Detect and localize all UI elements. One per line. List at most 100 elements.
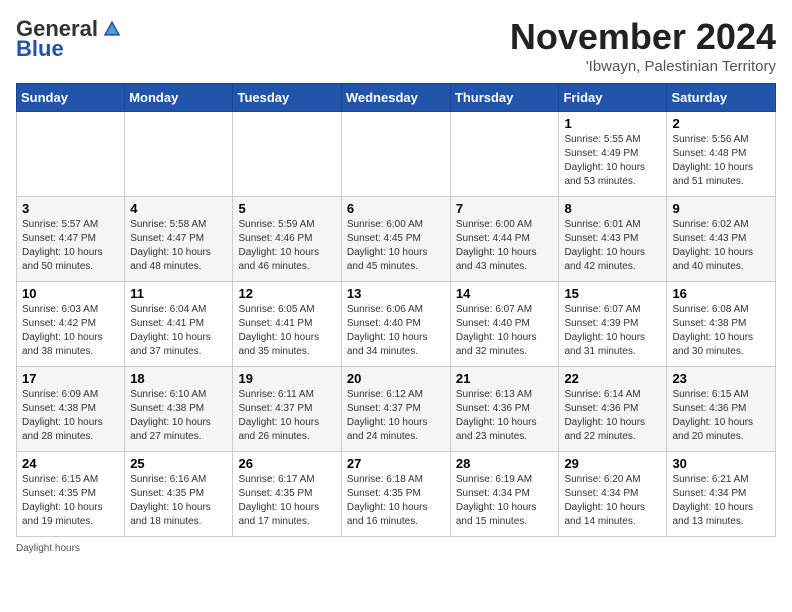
- day-number: 28: [456, 456, 554, 471]
- daylight-note: Daylight hours: [16, 543, 776, 554]
- calendar-day-cell: 25Sunrise: 6:16 AM Sunset: 4:35 PM Dayli…: [125, 452, 233, 537]
- month-title: November 2024: [510, 16, 776, 58]
- day-number: 13: [347, 286, 445, 301]
- calendar-day-cell: [233, 112, 341, 197]
- calendar-day-cell: 26 Sunrise: 6:17 AM Sunset: 4:35 PM Dayli…: [233, 452, 341, 537]
- day-number: 6: [347, 201, 445, 216]
- day-info: Sunrise: 6:20 AM Sunset: 4:34 PM Dayligh…: [564, 474, 645, 527]
- day-number: 17: [22, 371, 119, 386]
- day-info: Sunrise: 6:09 AM Sunset: 4:38 PM Dayligh…: [22, 389, 103, 442]
- calendar-week-row: 10Sunrise: 6:03 AM Sunset: 4:42 PM Dayli…: [17, 282, 776, 367]
- calendar-day-cell: 18Sunrise: 6:10 AM Sunset: 4:38 PM Dayli…: [125, 367, 233, 452]
- calendar-day-cell: 8Sunrise: 6:01 AM Sunset: 4:43 PM Daylig…: [559, 197, 667, 282]
- day-info: Sunrise: 6:10 AM Sunset: 4:38 PM Dayligh…: [130, 389, 211, 442]
- calendar-day-cell: 24 Sunrise: 6:15 AM Sunset: 4:35 PM Dayli…: [17, 452, 125, 537]
- day-number: 16: [672, 286, 770, 301]
- calendar-day-cell: 4 Sunrise: 5:58 AM Sunset: 4:47 PM Daylig…: [125, 197, 233, 282]
- calendar-day-cell: 10Sunrise: 6:03 AM Sunset: 4:42 PM Dayli…: [17, 282, 125, 367]
- day-info: Sunrise: 6:05 AM Sunset: 4:41 PM Dayligh…: [238, 304, 319, 357]
- day-info: Sunrise: 5:56 AM Sunset: 4:48 PM Dayligh…: [672, 134, 753, 187]
- calendar-day-cell: 6 Sunrise: 6:00 AM Sunset: 4:45 PM Daylig…: [341, 197, 450, 282]
- day-info: Sunrise: 6:03 AM Sunset: 4:42 PM Dayligh…: [22, 304, 103, 357]
- calendar-table: SundayMondayTuesdayWednesdayThursdayFrid…: [16, 83, 776, 537]
- day-number: 2: [672, 116, 770, 131]
- calendar-day-cell: [17, 112, 125, 197]
- calendar-week-row: 17 Sunrise: 6:09 AM Sunset: 4:38 PM Dayli…: [17, 367, 776, 452]
- calendar-day-cell: 16 Sunrise: 6:08 AM Sunset: 4:38 PM Dayli…: [667, 282, 776, 367]
- calendar-day-cell: 5Sunrise: 5:59 AM Sunset: 4:46 PM Daylig…: [233, 197, 341, 282]
- calendar-day-cell: 11 Sunrise: 6:04 AM Sunset: 4:41 PM Dayli…: [125, 282, 233, 367]
- day-info: Sunrise: 6:13 AM Sunset: 4:36 PM Dayligh…: [456, 389, 537, 442]
- calendar-header-cell: Wednesday: [341, 84, 450, 112]
- day-info: Sunrise: 6:12 AM Sunset: 4:37 PM Dayligh…: [347, 389, 428, 442]
- calendar-day-cell: [341, 112, 450, 197]
- day-number: 27: [347, 456, 445, 471]
- title-area: November 2024 'Ibwayn, Palestinian Terri…: [510, 16, 776, 75]
- day-info: Sunrise: 5:55 AM Sunset: 4:49 PM Dayligh…: [564, 134, 645, 187]
- day-number: 1: [564, 116, 661, 131]
- calendar-header-cell: Saturday: [667, 84, 776, 112]
- day-info: Sunrise: 6:21 AM Sunset: 4:34 PM Dayligh…: [672, 474, 753, 527]
- day-info: Sunrise: 6:00 AM Sunset: 4:44 PM Dayligh…: [456, 219, 537, 272]
- day-info: Sunrise: 6:19 AM Sunset: 4:34 PM Dayligh…: [456, 474, 537, 527]
- day-number: 30: [672, 456, 770, 471]
- calendar-day-cell: 3 Sunrise: 5:57 AM Sunset: 4:47 PM Daylig…: [17, 197, 125, 282]
- day-info: Sunrise: 5:59 AM Sunset: 4:46 PM Dayligh…: [238, 219, 319, 272]
- day-info: Sunrise: 6:17 AM Sunset: 4:35 PM Dayligh…: [238, 474, 319, 527]
- day-info: Sunrise: 6:00 AM Sunset: 4:45 PM Dayligh…: [347, 219, 428, 272]
- day-info: Sunrise: 5:57 AM Sunset: 4:47 PM Dayligh…: [22, 219, 103, 272]
- day-info: Sunrise: 6:06 AM Sunset: 4:40 PM Dayligh…: [347, 304, 428, 357]
- day-number: 14: [456, 286, 554, 301]
- calendar-day-cell: 1 Sunrise: 5:55 AM Sunset: 4:49 PM Daylig…: [559, 112, 667, 197]
- day-info: Sunrise: 6:15 AM Sunset: 4:35 PM Dayligh…: [22, 474, 103, 527]
- day-info: Sunrise: 6:08 AM Sunset: 4:38 PM Dayligh…: [672, 304, 753, 357]
- calendar-day-cell: 21 Sunrise: 6:13 AM Sunset: 4:36 PM Dayli…: [450, 367, 559, 452]
- day-number: 9: [672, 201, 770, 216]
- calendar-header-cell: Friday: [559, 84, 667, 112]
- calendar-body: 1 Sunrise: 5:55 AM Sunset: 4:49 PM Daylig…: [17, 112, 776, 537]
- day-number: 21: [456, 371, 554, 386]
- calendar-day-cell: 7 Sunrise: 6:00 AM Sunset: 4:44 PM Daylig…: [450, 197, 559, 282]
- logo-blue-text: Blue: [16, 36, 64, 62]
- day-number: 19: [238, 371, 335, 386]
- day-number: 23: [672, 371, 770, 386]
- header: General Blue November 2024 'Ibwayn, Pale…: [16, 16, 776, 75]
- calendar-day-cell: 30 Sunrise: 6:21 AM Sunset: 4:34 PM Dayli…: [667, 452, 776, 537]
- calendar-header-cell: Monday: [125, 84, 233, 112]
- calendar-day-cell: 2 Sunrise: 5:56 AM Sunset: 4:48 PM Daylig…: [667, 112, 776, 197]
- day-number: 29: [564, 456, 661, 471]
- day-number: 4: [130, 201, 227, 216]
- calendar-header-row: SundayMondayTuesdayWednesdayThursdayFrid…: [17, 84, 776, 112]
- logo: General Blue: [16, 16, 122, 62]
- location-subtitle: 'Ibwayn, Palestinian Territory: [510, 58, 776, 75]
- calendar-day-cell: 14Sunrise: 6:07 AM Sunset: 4:40 PM Dayli…: [450, 282, 559, 367]
- day-number: 12: [238, 286, 335, 301]
- day-number: 26: [238, 456, 335, 471]
- calendar-day-cell: 9Sunrise: 6:02 AM Sunset: 4:43 PM Daylig…: [667, 197, 776, 282]
- calendar-day-cell: 23 Sunrise: 6:15 AM Sunset: 4:36 PM Dayli…: [667, 367, 776, 452]
- calendar-week-row: 24 Sunrise: 6:15 AM Sunset: 4:35 PM Dayli…: [17, 452, 776, 537]
- day-info: Sunrise: 6:18 AM Sunset: 4:35 PM Dayligh…: [347, 474, 428, 527]
- day-info: Sunrise: 6:01 AM Sunset: 4:43 PM Dayligh…: [564, 219, 645, 272]
- calendar-day-cell: 17 Sunrise: 6:09 AM Sunset: 4:38 PM Dayli…: [17, 367, 125, 452]
- day-info: Sunrise: 6:15 AM Sunset: 4:36 PM Dayligh…: [672, 389, 753, 442]
- day-number: 11: [130, 286, 227, 301]
- day-info: Sunrise: 5:58 AM Sunset: 4:47 PM Dayligh…: [130, 219, 211, 272]
- calendar-day-cell: [450, 112, 559, 197]
- day-info: Sunrise: 6:04 AM Sunset: 4:41 PM Dayligh…: [130, 304, 211, 357]
- calendar-week-row: 1 Sunrise: 5:55 AM Sunset: 4:49 PM Daylig…: [17, 112, 776, 197]
- day-number: 7: [456, 201, 554, 216]
- day-info: Sunrise: 6:11 AM Sunset: 4:37 PM Dayligh…: [238, 389, 319, 442]
- day-number: 24: [22, 456, 119, 471]
- calendar-day-cell: 22Sunrise: 6:14 AM Sunset: 4:36 PM Dayli…: [559, 367, 667, 452]
- day-number: 3: [22, 201, 119, 216]
- calendar-header-cell: Thursday: [450, 84, 559, 112]
- calendar-day-cell: 27 Sunrise: 6:18 AM Sunset: 4:35 PM Dayli…: [341, 452, 450, 537]
- calendar-header-cell: Tuesday: [233, 84, 341, 112]
- calendar-day-cell: 13 Sunrise: 6:06 AM Sunset: 4:40 PM Dayli…: [341, 282, 450, 367]
- calendar-week-row: 3 Sunrise: 5:57 AM Sunset: 4:47 PM Daylig…: [17, 197, 776, 282]
- day-info: Sunrise: 6:16 AM Sunset: 4:35 PM Dayligh…: [130, 474, 211, 527]
- calendar-header-cell: Sunday: [17, 84, 125, 112]
- calendar-day-cell: 20Sunrise: 6:12 AM Sunset: 4:37 PM Dayli…: [341, 367, 450, 452]
- calendar-day-cell: 28 Sunrise: 6:19 AM Sunset: 4:34 PM Dayli…: [450, 452, 559, 537]
